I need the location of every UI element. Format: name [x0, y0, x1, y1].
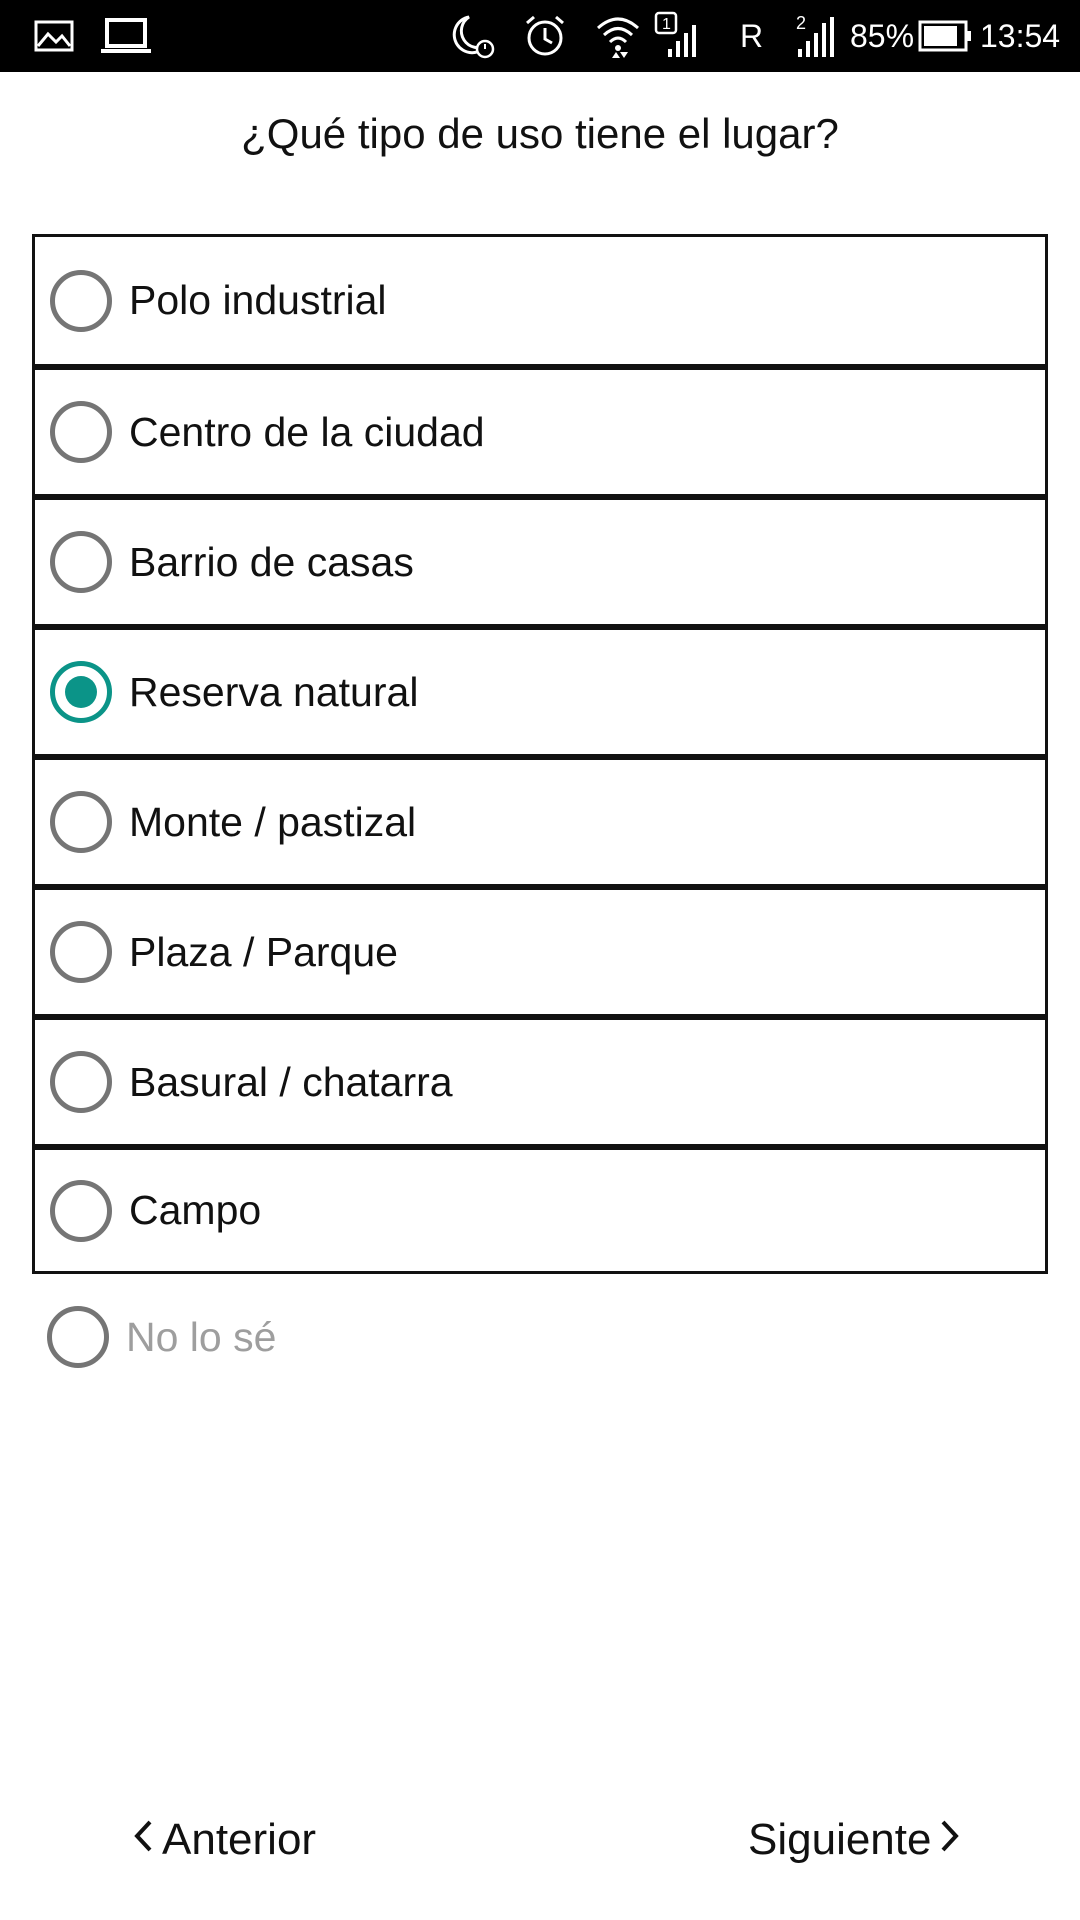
next-label: Siguiente — [748, 1815, 932, 1864]
radio-unchecked-icon[interactable] — [50, 921, 112, 983]
option-barrio-de-casas[interactable]: Barrio de casas — [32, 494, 1048, 624]
previous-label: Anterior — [162, 1815, 317, 1864]
status-bar: 1 R 2 85% 13:54 — [0, 0, 1080, 72]
option-label: Barrio de casas — [129, 538, 414, 585]
option-centro-de-la-ciudad[interactable]: Centro de la ciudad — [32, 364, 1048, 494]
option-campo[interactable]: Campo — [32, 1144, 1048, 1274]
next-button[interactable]: Siguiente — [748, 1800, 961, 1880]
radio-unchecked-icon[interactable] — [50, 401, 112, 463]
chevron-right-icon — [939, 1815, 961, 1865]
option-plaza-parque[interactable]: Plaza / Parque — [32, 884, 1048, 1014]
question-title: ¿Qué tipo de uso tiene el lugar? — [241, 110, 839, 157]
option-label: Basural / chatarra — [129, 1058, 453, 1105]
alarm-icon — [520, 0, 570, 72]
radio-unchecked-icon[interactable] — [50, 269, 112, 332]
option-label: Polo industrial — [129, 277, 387, 323]
radio-unchecked-icon[interactable] — [47, 1306, 109, 1368]
roaming-indicator: R — [740, 17, 764, 54]
option-no-lo-se[interactable]: No lo sé — [32, 1272, 632, 1402]
option-label: Reserva natural — [129, 668, 419, 715]
chevron-left-icon — [132, 1815, 154, 1865]
previous-button[interactable]: Anterior — [132, 1800, 316, 1880]
radio-unchecked-icon[interactable] — [50, 531, 112, 593]
option-reserva-natural[interactable]: Reserva natural — [32, 624, 1048, 754]
option-label: No lo sé — [126, 1313, 277, 1360]
battery-icon — [918, 0, 972, 72]
svg-text:1: 1 — [662, 16, 671, 33]
option-label: Campo — [129, 1187, 262, 1233]
option-monte-pastizal[interactable]: Monte / pastizal — [32, 754, 1048, 884]
gallery-icon — [30, 0, 78, 72]
option-basural-chatarra[interactable]: Basural / chatarra — [32, 1014, 1048, 1144]
radio-unchecked-icon[interactable] — [50, 791, 112, 853]
option-label: Plaza / Parque — [129, 928, 398, 975]
option-label: Centro de la ciudad — [129, 408, 485, 455]
options-list: Polo industrial Centro de la ciudad Barr… — [32, 234, 1048, 1274]
battery-percent: 85% — [850, 17, 915, 54]
option-polo-industrial[interactable]: Polo industrial — [32, 234, 1048, 364]
radio-checked-icon[interactable] — [50, 661, 112, 723]
svg-text:2: 2 — [796, 13, 806, 33]
signal-sim2-icon: 2 — [790, 0, 840, 72]
signal-sim1-icon: 1 — [654, 0, 708, 72]
radio-unchecked-icon[interactable] — [50, 1179, 112, 1242]
laptop-icon — [100, 0, 152, 72]
clock: 13:54 — [980, 17, 1061, 54]
wifi-icon — [592, 0, 644, 72]
option-label: Monte / pastizal — [129, 798, 417, 845]
radio-unchecked-icon[interactable] — [50, 1051, 112, 1113]
night-alarm-icon — [446, 0, 498, 72]
